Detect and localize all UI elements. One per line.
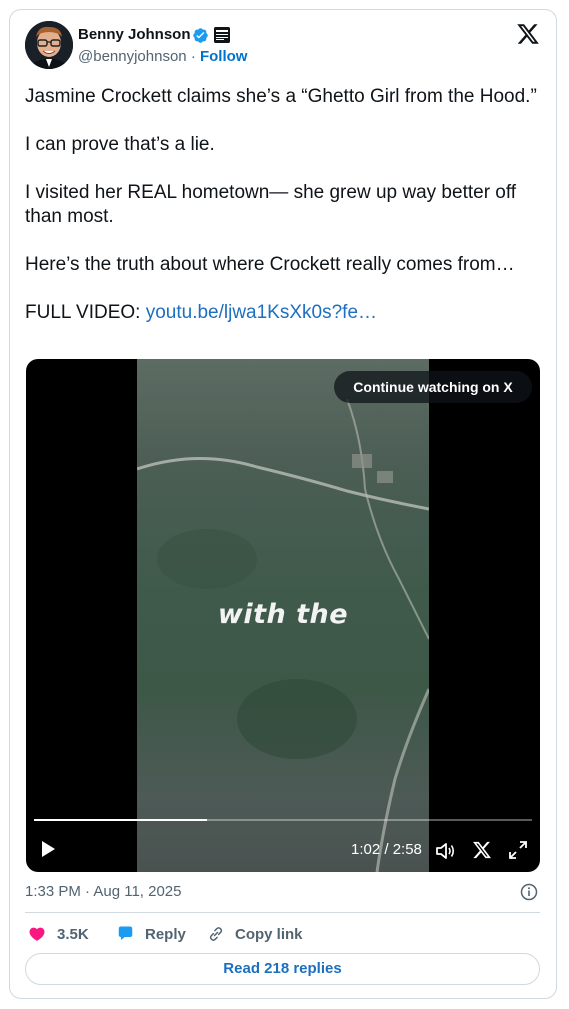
video-time: 1:02 / 2:58 <box>351 841 422 858</box>
video-caption: with the <box>217 599 349 630</box>
volume-icon[interactable] <box>434 840 456 862</box>
copy-link-button[interactable]: Copy link <box>207 924 307 944</box>
affiliate-badge-icon <box>214 27 230 43</box>
heart-icon <box>29 927 45 941</box>
tweet-paragraph: Jasmine Crockett claims she’s a “Ghetto … <box>25 86 537 107</box>
divider <box>25 912 540 913</box>
follow-button[interactable]: Follow <box>200 48 248 65</box>
continue-watching-button[interactable]: Continue watching on X <box>334 371 532 403</box>
info-icon[interactable] <box>520 883 538 901</box>
tweet-video-line: FULL VIDEO: youtu.be/ljwa1KsXk0s?fe… <box>25 301 540 325</box>
handle-separator: · <box>190 48 196 65</box>
tweet-paragraph: I can prove that’s a lie. <box>25 134 215 155</box>
video-link[interactable]: youtu.be/ljwa1KsXk0s?fe… <box>146 302 377 323</box>
video-frame: with the <box>137 359 429 872</box>
like-count: 3.5K <box>57 926 89 943</box>
reply-label: Reply <box>145 926 186 943</box>
reply-button[interactable]: Reply <box>116 924 191 944</box>
author-handle-row: @bennyjohnson · Follow <box>78 48 247 65</box>
tweet-timestamp[interactable]: 1:33 PM · Aug 11, 2025 <box>25 883 182 900</box>
like-button[interactable]: 3.5K <box>28 924 98 944</box>
video-prefix: FULL VIDEO: <box>25 302 146 323</box>
avatar[interactable] <box>25 21 73 69</box>
author-handle[interactable]: @bennyjohnson <box>78 48 187 65</box>
verified-badge-icon <box>193 28 208 43</box>
tweet-paragraph: Here’s the truth about where Crockett re… <box>25 254 515 275</box>
video-progress-fill <box>34 819 208 821</box>
fullscreen-icon[interactable] <box>508 840 528 860</box>
play-icon[interactable] <box>38 839 58 859</box>
x-logo-icon[interactable] <box>516 22 540 46</box>
tweet-paragraph: I visited her REAL hometown— she grew up… <box>25 182 517 227</box>
author-name[interactable]: Benny Johnson <box>78 26 191 43</box>
copy-link-label: Copy link <box>235 926 303 943</box>
video-progress-bar[interactable] <box>34 819 532 821</box>
tweet-text: Jasmine Crockett claims she’s a “Ghetto … <box>25 85 540 325</box>
link-icon <box>209 927 223 941</box>
read-replies-button[interactable]: Read 218 replies <box>25 953 540 985</box>
video-player[interactable]: with the Continue watching on X 1:02 / 2… <box>26 359 540 872</box>
reply-bubble-icon <box>118 926 133 940</box>
x-watch-icon[interactable] <box>472 840 492 860</box>
